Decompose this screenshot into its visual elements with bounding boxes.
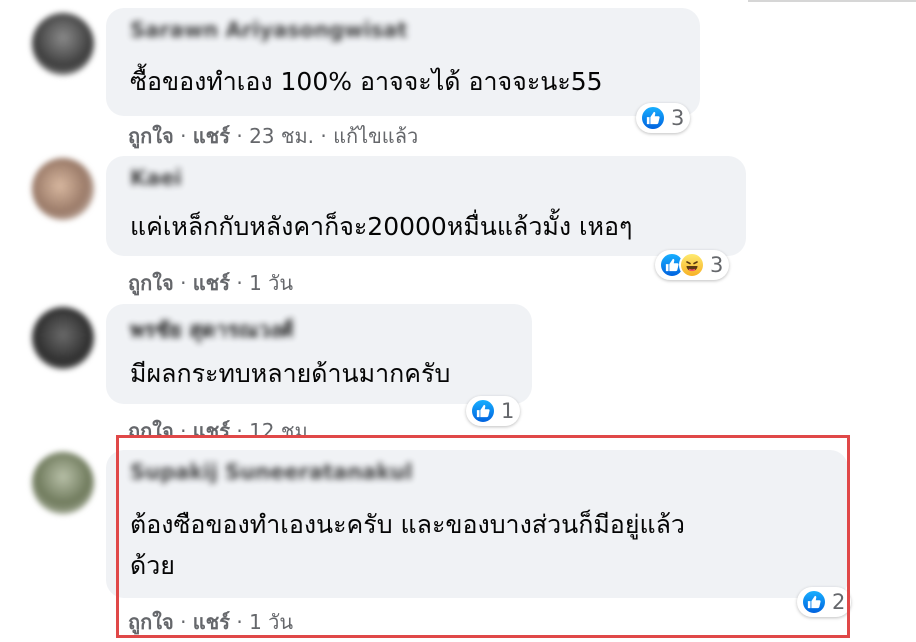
timestamp[interactable]: 12 ชม. [249,419,314,435]
comment-bubble: Kaei แค่เหล็กกับหลังคาก็จะ20000หมื่นแล้ว… [106,156,746,256]
reaction-summary[interactable]: 3 [636,103,691,133]
comment-author[interactable]: Sarawn Ariyasongwisat [130,18,407,42]
comment-author[interactable]: Kaei [130,166,182,190]
timestamp[interactable]: 1 วัน [249,271,293,295]
comment-bubble: พรชัย สุดารณวงศ์ มีผลกระทบหลายด้านมากครั… [106,304,532,404]
avatar[interactable] [32,307,94,369]
like-link[interactable]: ถูกใจ [128,271,174,295]
laughing-face-icon [679,252,705,278]
avatar[interactable] [32,158,94,220]
avatar[interactable] [32,13,94,75]
separator: · [236,419,250,435]
share-link[interactable]: แชร์ [193,124,230,148]
comment-actions: ถูกใจ · แชร์ · 12 ชม. [128,415,314,435]
comment-actions: ถูกใจ · แชร์ · 23 ชม. · แก้ไขแล้ว [128,120,418,152]
separator: · [236,124,250,148]
comment-bubble: Sarawn Ariyasongwisat ซื้อของทำเอง 100% … [106,8,700,116]
reaction-count: 3 [710,253,724,277]
separator: · [320,124,334,148]
reaction-count: 3 [671,106,685,130]
thumbs-up-icon [470,398,496,424]
comment-text: แค่เหล็กกับหลังคาก็จะ20000หมื่นแล้วมั้ง … [130,212,633,241]
separator: · [180,419,193,435]
timestamp[interactable]: 23 ชม. [249,124,314,148]
edited-label[interactable]: แก้ไขแล้ว [333,124,418,148]
comment-text: ซื้อของทำเอง 100% อาจจะได้ อาจจะนะ55 [130,67,603,96]
reaction-count: 1 [501,399,515,423]
top-divider [748,0,916,2]
reaction-summary[interactable]: 3 [655,250,730,280]
share-link[interactable]: แชร์ [193,271,230,295]
reaction-summary[interactable]: 1 [466,396,521,426]
like-link[interactable]: ถูกใจ [128,124,174,148]
avatar[interactable] [32,452,94,514]
share-link[interactable]: แชร์ [193,419,230,435]
separator: · [180,271,193,295]
separator: · [236,271,250,295]
comment-text: มีผลกระทบหลายด้านมากครับ [130,359,451,388]
comment-actions: ถูกใจ · แชร์ · 1 วัน [128,267,293,299]
highlight-box [116,435,850,638]
separator: · [180,124,193,148]
like-link[interactable]: ถูกใจ [128,419,174,435]
thumbs-up-icon [640,105,666,131]
comment-author[interactable]: พรชัย สุดารณวงศ์ [130,314,293,347]
